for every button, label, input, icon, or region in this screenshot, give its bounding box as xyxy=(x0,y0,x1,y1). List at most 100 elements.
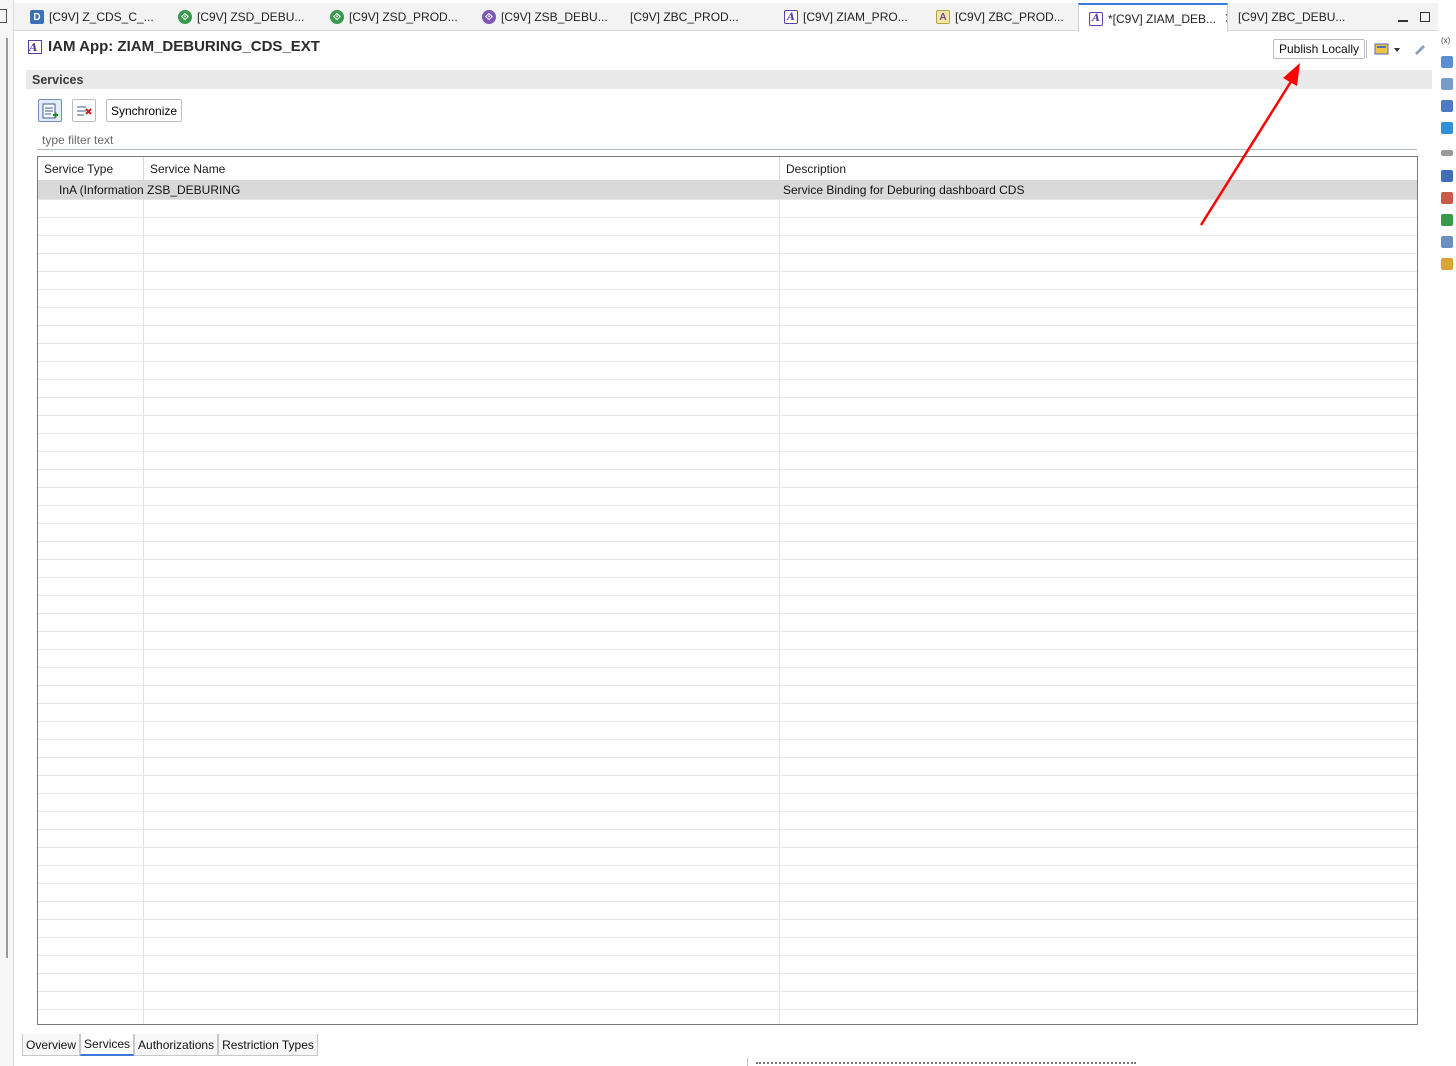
remove-service-icon xyxy=(77,106,92,115)
row-gridline xyxy=(38,343,1417,344)
publish-locally-button[interactable]: Publish Locally xyxy=(1273,39,1366,59)
javadoc-view-icon[interactable] xyxy=(1441,236,1453,248)
row-gridline xyxy=(38,883,1417,884)
row-gridline xyxy=(38,955,1417,956)
editor-tab-zbc-prod[interactable]: [C9V] ZBC_PROD... xyxy=(620,3,774,31)
editor-tab-z-cds[interactable]: D [C9V] Z_CDS_C_... xyxy=(20,3,168,31)
outline-view-icon[interactable] xyxy=(1441,56,1453,68)
row-gridline xyxy=(38,505,1417,506)
maximize-icon[interactable] xyxy=(1418,6,1432,28)
filter-input[interactable] xyxy=(37,130,1417,150)
feed-reader-icon[interactable] xyxy=(1441,100,1453,112)
editor-tab-ziam-deb-active[interactable]: A *[C9V] ZIAM_DEB... ✕ xyxy=(1078,3,1228,32)
column-header-description[interactable]: Description xyxy=(780,157,1417,181)
editor-tab-zsd-debu[interactable]: ⟐ [C9V] ZSD_DEBU... xyxy=(168,3,320,31)
editor-tab-ziam-pro[interactable]: A [C9V] ZIAM_PRO... xyxy=(774,3,926,31)
column-header-service-name[interactable]: Service Name xyxy=(144,157,780,181)
remove-service-button[interactable] xyxy=(72,99,96,122)
editor-tab-bar: D [C9V] Z_CDS_C_... ⟐ [C9V] ZSD_DEBU... … xyxy=(14,3,1438,32)
edit-icon[interactable] xyxy=(1412,41,1428,57)
metadata-icon: A xyxy=(936,10,950,24)
row-gridline xyxy=(38,397,1417,398)
row-gridline xyxy=(38,775,1417,776)
add-service-button[interactable] xyxy=(38,99,62,122)
properties-view-icon[interactable] xyxy=(1441,78,1453,90)
row-gridline xyxy=(38,631,1417,632)
variables-view-icon[interactable]: (x) xyxy=(1441,36,1453,48)
tab-services[interactable]: Services xyxy=(80,1034,135,1056)
service-definition-icon: ⟐ xyxy=(178,10,192,24)
left-sash[interactable] xyxy=(6,38,8,958)
row-gridline xyxy=(38,577,1417,578)
column-header-service-type[interactable]: Service Type xyxy=(38,157,144,181)
row-gridline xyxy=(38,793,1417,794)
right-side-toolbar: (x) xyxy=(1438,30,1456,280)
service-definition-icon: ⟐ xyxy=(330,10,344,24)
editor-tab-zbc-debu[interactable]: [C9V] ZBC_DEBU... xyxy=(1228,3,1378,31)
row-gridline xyxy=(38,703,1417,704)
synchronize-button[interactable]: Synchronize xyxy=(106,99,183,122)
tab-label: [C9V] ZBC_PROD... xyxy=(955,10,1064,24)
service-binding-icon: ⟐ xyxy=(482,10,496,24)
abap-unit-icon[interactable] xyxy=(1441,214,1453,226)
row-gridline xyxy=(38,379,1417,380)
app-settings-dropdown[interactable] xyxy=(1374,41,1402,57)
row-gridline xyxy=(38,685,1417,686)
row-gridline xyxy=(38,847,1417,848)
console-view-icon[interactable] xyxy=(1441,170,1453,182)
row-gridline xyxy=(38,613,1417,614)
iam-app-icon: A xyxy=(784,10,798,24)
cell-description: Service Binding for Deburing dashboard C… xyxy=(783,183,1025,197)
row-gridline xyxy=(38,307,1417,308)
tab-label: [C9V] ZBC_PROD... xyxy=(630,10,739,24)
add-service-icon xyxy=(42,103,58,118)
section-title: Services xyxy=(32,72,84,87)
row-gridline xyxy=(38,217,1417,218)
row-gridline xyxy=(38,487,1417,488)
bookmark-view-icon[interactable] xyxy=(1441,258,1453,270)
row-gridline xyxy=(38,271,1417,272)
tab-label: [C9V] ZIAM_PRO... xyxy=(803,10,908,24)
ddl-source-icon: D xyxy=(30,10,44,24)
left-edge-strip xyxy=(0,0,14,1066)
editor-page-tabs: Overview Services Authorizations Restric… xyxy=(22,1034,318,1056)
row-gridline xyxy=(38,649,1417,650)
header-separator xyxy=(1366,40,1367,58)
row-gridline xyxy=(38,991,1417,992)
collapsed-view-icon[interactable] xyxy=(0,9,7,23)
iam-app-icon: A xyxy=(1089,11,1103,26)
row-gridline xyxy=(38,865,1417,866)
edit-pencil-icon xyxy=(1415,45,1425,55)
minimize-icon[interactable] xyxy=(1396,6,1410,28)
row-gridline xyxy=(38,325,1417,326)
iam-app-icon: A xyxy=(28,39,42,54)
launch-app-icon xyxy=(1374,43,1400,55)
table-header: Service Type Service Name Description xyxy=(38,157,1417,181)
row-gridline xyxy=(38,811,1417,812)
editor-tab-zsb-debu[interactable]: ⟐ [C9V] ZSB_DEBU... xyxy=(472,3,620,31)
row-gridline xyxy=(38,937,1417,938)
row-gridline xyxy=(38,667,1417,668)
tab-authorizations[interactable]: Authorizations xyxy=(134,1034,219,1056)
tab-restriction-types[interactable]: Restriction Types xyxy=(218,1034,318,1056)
row-gridline xyxy=(38,469,1417,470)
page-title: IAM App: ZIAM_DEBURING_CDS_EXT xyxy=(48,38,320,55)
problems-view-icon[interactable] xyxy=(1441,122,1453,134)
row-gridline xyxy=(38,235,1417,236)
row-gridline xyxy=(38,541,1417,542)
tab-label: [C9V] Z_CDS_C_... xyxy=(49,10,154,24)
transport-organizer-icon[interactable] xyxy=(1441,192,1453,204)
editor-tab-zsd-prod[interactable]: ⟐ [C9V] ZSD_PROD... xyxy=(320,3,472,31)
row-gridline xyxy=(38,829,1417,830)
view-stack-icon[interactable] xyxy=(1441,150,1453,156)
editor-tab-zbc-prod-2[interactable]: A [C9V] ZBC_PROD... xyxy=(926,3,1078,31)
row-gridline xyxy=(38,361,1417,362)
row-gridline xyxy=(38,901,1417,902)
row-gridline xyxy=(38,559,1417,560)
table-row[interactable]: InA (Information ZSB_DEBURING Service Bi… xyxy=(38,181,1417,199)
row-gridline xyxy=(38,595,1417,596)
row-gridline xyxy=(38,289,1417,290)
tab-overview[interactable]: Overview xyxy=(22,1034,81,1056)
tab-label: [C9V] ZSD_PROD... xyxy=(349,10,458,24)
tab-label: [C9V] ZSD_DEBU... xyxy=(197,10,305,24)
